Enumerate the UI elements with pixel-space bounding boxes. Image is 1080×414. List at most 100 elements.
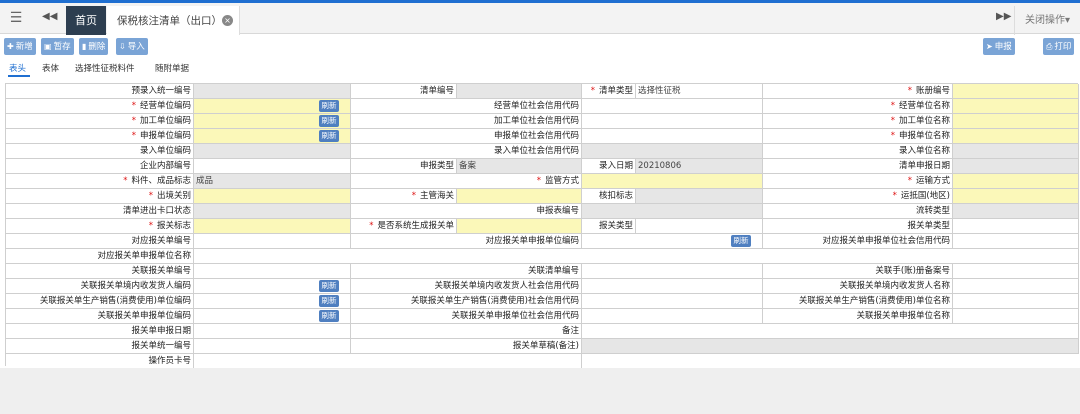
linked-producer-credit-code-field[interactable]	[582, 294, 763, 309]
declaring-unit-name-field[interactable]	[953, 129, 1079, 144]
field-label: * 是否系统生成报关单	[351, 219, 457, 234]
field-label: 关联报关单生产销售(消费使用)社会信用代码	[351, 294, 582, 309]
scroll-right-icon[interactable]: ▶▶	[996, 11, 1011, 22]
operating-unit-code-field[interactable]: 刷新	[194, 99, 351, 114]
tab-home[interactable]: 首页	[66, 6, 106, 36]
account-book-no-field[interactable]	[953, 84, 1079, 99]
field-label: 关联报关单境内收发货人社会信用代码	[351, 279, 582, 294]
declare-button[interactable]: ➤ 申报	[983, 38, 1015, 55]
field-label: 申报单位社会信用代码	[351, 129, 582, 144]
field-label: 关联手(账)册备案号	[763, 264, 953, 279]
checklist-type-select[interactable]: 选择性征税	[636, 84, 763, 99]
tab-bonded-checklist[interactable]: 保税核注清单（出口） ×	[107, 6, 240, 36]
competent-customs-field[interactable]	[457, 189, 582, 204]
field-label: * 料件、成品标志	[6, 174, 194, 189]
field-label: 清单进出卡口状态	[6, 204, 194, 219]
delete-button[interactable]: ▮ 删除	[79, 38, 109, 55]
supervision-mode-field[interactable]	[582, 174, 763, 189]
field-label: 企业内部编号	[6, 159, 194, 174]
linked-declarant-credit-code-field[interactable]	[582, 309, 763, 324]
remarks-field[interactable]	[582, 324, 1079, 339]
linked-producer-name-field[interactable]	[953, 294, 1079, 309]
checklist-no-field[interactable]	[457, 84, 582, 99]
field-label: * 运输方式	[763, 174, 953, 189]
declaration-unified-no-field[interactable]	[194, 339, 351, 354]
field-label: * 加工单位编码	[6, 114, 194, 129]
corresponding-declarant-code-field[interactable]: 刷新	[582, 234, 763, 249]
operating-unit-credit-code-field[interactable]	[582, 99, 763, 114]
corresponding-declaration-no-field[interactable]	[194, 234, 351, 249]
close-icon[interactable]: ×	[222, 15, 233, 26]
field-label: 操作员卡号	[6, 354, 194, 369]
linked-declaration-no-field[interactable]	[194, 264, 351, 279]
declaring-unit-code-field[interactable]: 刷新	[194, 129, 351, 144]
linked-consignee-name-field[interactable]	[953, 279, 1079, 294]
tab-body[interactable]: 表体	[42, 62, 59, 74]
deduction-flag-field[interactable]	[636, 189, 763, 204]
declare-type-field[interactable]: 备案	[457, 159, 582, 174]
field-label: 经营单位社会信用代码	[351, 99, 582, 114]
field-label: 加工单位社会信用代码	[351, 114, 582, 129]
declaring-unit-credit-code-field[interactable]	[582, 129, 763, 144]
field-label: * 经营单位编码	[6, 99, 194, 114]
destination-country-field[interactable]	[953, 189, 1079, 204]
system-generated-declaration-field[interactable]	[457, 219, 582, 234]
customs-declaration-flag-field[interactable]	[194, 219, 351, 234]
refresh-button[interactable]: 刷新	[319, 280, 339, 292]
linked-consignee-credit-code-field[interactable]	[582, 279, 763, 294]
internal-no-field[interactable]	[194, 159, 351, 174]
entry-date-field[interactable]: 20210806	[636, 159, 763, 174]
linked-producer-code-field[interactable]: 刷新	[194, 294, 351, 309]
printer-icon: ⎙	[1046, 42, 1053, 51]
scroll-left-icon[interactable]: ◀◀	[42, 11, 57, 22]
tab-header[interactable]: 表头	[9, 62, 26, 74]
declaration-form-type-field[interactable]	[953, 219, 1079, 234]
print-button[interactable]: ⎙ 打印	[1043, 38, 1075, 55]
field-label: * 出境关别	[6, 189, 194, 204]
transport-mode-field[interactable]	[953, 174, 1079, 189]
entry-unit-credit-code-field[interactable]	[582, 144, 763, 159]
processing-unit-credit-code-field[interactable]	[582, 114, 763, 129]
entry-unit-code-field[interactable]	[194, 144, 351, 159]
declaration-form-no-field[interactable]	[582, 204, 763, 219]
material-product-flag-field[interactable]: 成品	[194, 174, 351, 189]
linked-consignee-code-field[interactable]: 刷新	[194, 279, 351, 294]
processing-unit-code-field[interactable]: 刷新	[194, 114, 351, 129]
corresponding-declarant-credit-code-field[interactable]	[953, 234, 1079, 249]
linked-handbook-no-field[interactable]	[953, 264, 1079, 279]
operator-card-no-field[interactable]	[194, 354, 582, 369]
corresponding-declarant-name-field[interactable]	[194, 249, 1079, 264]
linked-checklist-no-field[interactable]	[582, 264, 763, 279]
exit-customs-field[interactable]	[194, 189, 351, 204]
declaration-category-field[interactable]	[636, 219, 763, 234]
tab-bonded-checklist-label: 保税核注清单（出口）	[117, 15, 222, 27]
transfer-type-field[interactable]	[953, 204, 1079, 219]
add-button[interactable]: ✚ 新增	[4, 38, 36, 55]
checklist-declare-date-field[interactable]	[953, 159, 1079, 174]
refresh-button[interactable]: 刷新	[319, 310, 339, 322]
refresh-button[interactable]: 刷新	[319, 130, 339, 142]
declaration-draft-remarks-field[interactable]	[582, 339, 1079, 354]
tab-attached-documents[interactable]: 随附单据	[155, 62, 189, 74]
field-label: 录入日期	[582, 159, 636, 174]
field-label: 报关单草稿(备注)	[351, 339, 582, 354]
refresh-button[interactable]: 刷新	[319, 295, 339, 307]
gate-status-field[interactable]	[194, 204, 351, 219]
active-tab-indicator	[8, 75, 30, 77]
refresh-button[interactable]: 刷新	[319, 115, 339, 127]
save-button[interactable]: ▣ 暂存	[41, 38, 74, 55]
menu-icon[interactable]: ☰	[8, 10, 24, 26]
close-operations-button[interactable]: 关闭操作▾	[1014, 6, 1080, 36]
preentry-no-field[interactable]	[194, 84, 351, 99]
linked-declarant-name-field[interactable]	[953, 309, 1079, 324]
declaration-date-field[interactable]	[194, 324, 351, 339]
processing-unit-name-field[interactable]	[953, 114, 1079, 129]
refresh-button[interactable]: 刷新	[731, 235, 751, 247]
import-button[interactable]: ⇩ 导入	[116, 38, 148, 55]
linked-declarant-code-field[interactable]: 刷新	[194, 309, 351, 324]
tab-selective-tax-materials[interactable]: 选择性征税料件	[75, 62, 135, 74]
field-label: 预录入统一编号	[6, 84, 194, 99]
operating-unit-name-field[interactable]	[953, 99, 1079, 114]
refresh-button[interactable]: 刷新	[319, 100, 339, 112]
entry-unit-name-field[interactable]	[953, 144, 1079, 159]
